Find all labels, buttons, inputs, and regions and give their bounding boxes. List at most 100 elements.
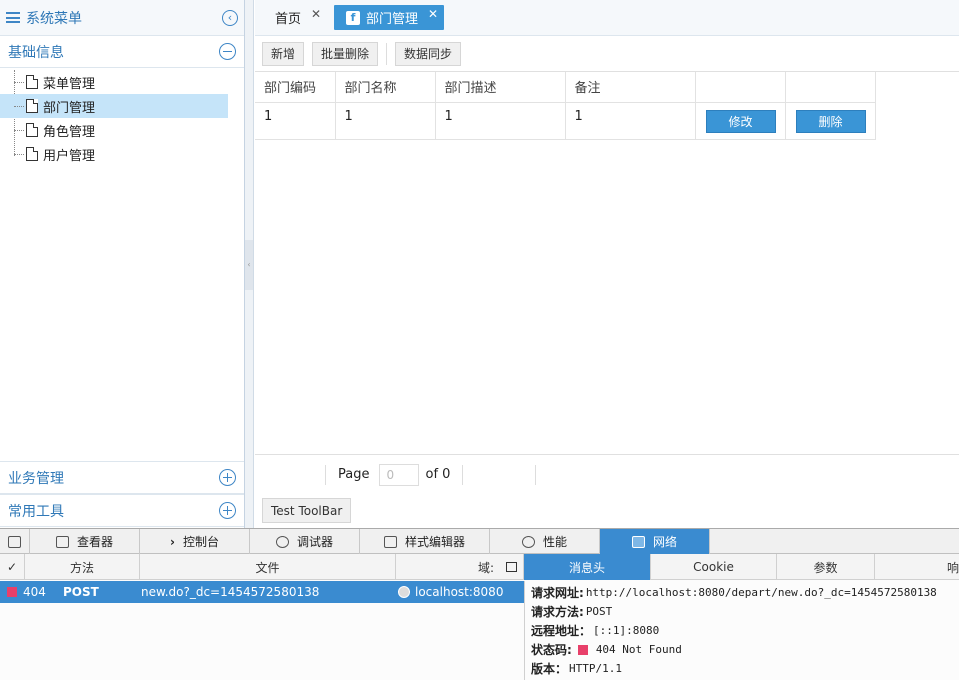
edit-button[interactable]: 修改 — [705, 109, 776, 133]
table-row[interactable]: 1 1 1 1 修改 删除 — [255, 102, 876, 140]
element-picker-icon[interactable] — [0, 529, 30, 554]
collapse-minus-icon[interactable] — [219, 43, 236, 60]
menu-icon[interactable] — [6, 12, 20, 23]
close-icon[interactable]: ✕ — [311, 7, 321, 21]
status-indicator — [7, 587, 17, 597]
page-label: Page — [338, 467, 370, 482]
col-method[interactable]: 方法 — [25, 554, 140, 580]
detail-tab-headers[interactable]: 消息头 — [524, 554, 651, 580]
department-grid: 部门编码 部门名称 部门描述 备注 1 1 1 1 修改 删除 — [255, 72, 876, 140]
chevron-left-circle-icon[interactable]: ‹ — [222, 9, 238, 26]
expand-plus-icon[interactable] — [219, 469, 236, 486]
page-total: of 0 — [425, 467, 451, 482]
panel-splitter[interactable]: ‹ — [245, 0, 254, 528]
document-icon — [26, 123, 38, 137]
tab-style-editor[interactable]: 样式编辑器 — [360, 529, 490, 554]
sync-button[interactable]: 数据同步 — [395, 41, 462, 66]
cell-remark[interactable]: 1 — [565, 102, 696, 140]
detail-tab-cookie[interactable]: Cookie — [651, 554, 777, 580]
performance-icon — [521, 535, 535, 548]
col-domain[interactable]: 域: — [396, 554, 524, 580]
section-basic-info[interactable]: 基础信息 — [0, 36, 244, 68]
inspector-icon — [55, 535, 69, 548]
delete-button[interactable]: 删除 — [795, 109, 866, 133]
add-button[interactable]: 新增 — [262, 41, 305, 66]
col-dept-desc[interactable]: 部门描述 — [435, 72, 566, 103]
app-window: 系统菜单 ‹ 基础信息 菜单管理 部门管理 角色管理 用户管理 业务管理 常用工… — [0, 0, 959, 680]
network-header: ✓ 方法 文件 域: 消息头 Cookie 参数 响 — [0, 554, 959, 580]
request-file: new.do?_dc=1454572580138 — [141, 585, 320, 599]
section-business-label: 业务管理 — [8, 470, 64, 487]
tree-item-label: 用户管理 — [43, 148, 96, 164]
toggle-sidebar-icon[interactable] — [506, 562, 517, 572]
col-remark[interactable]: 备注 — [565, 72, 696, 103]
bottom-toolbar: Test ToolBar — [262, 498, 352, 523]
request-status: 404 — [23, 585, 46, 599]
document-icon — [26, 99, 38, 113]
network-icon — [631, 535, 645, 548]
detail-version: 版本： HTTP/1.1 — [531, 662, 622, 676]
section-tools[interactable]: 常用工具 — [0, 494, 244, 527]
tree-item-label: 部门管理 — [43, 100, 96, 116]
tab-console[interactable]: › 控制台 — [140, 529, 250, 554]
detail-tab-params[interactable]: 参数 — [777, 554, 875, 580]
expand-plus-icon[interactable] — [219, 502, 236, 519]
toolbar: 新增 批量删除 数据同步 — [255, 36, 959, 72]
test-toolbar-button[interactable]: Test ToolBar — [262, 498, 352, 523]
section-tools-label: 常用工具 — [8, 503, 64, 520]
cell-code[interactable]: 1 — [255, 102, 336, 140]
tab-network[interactable]: 网络 — [600, 529, 710, 554]
tree-item-dept-mgmt[interactable]: 部门管理 — [0, 94, 228, 118]
section-basic-label: 基础信息 — [8, 44, 64, 61]
request-row[interactable]: 404 POST new.do?_dc=1454572580138 localh… — [0, 581, 524, 603]
tab-inspector[interactable]: 查看器 — [30, 529, 140, 554]
tab-bar: 首页 ✕ f 部门管理 ✕ — [255, 0, 959, 36]
col-file[interactable]: 文件 — [140, 554, 396, 580]
globe-icon — [398, 586, 410, 598]
tab-home[interactable]: 首页 ✕ — [263, 5, 327, 30]
detail-tab-response[interactable]: 响 — [875, 554, 959, 580]
cell-name[interactable]: 1 — [335, 102, 436, 140]
pager: Page 0 of 0 — [255, 454, 959, 494]
pager-separator — [325, 464, 326, 485]
request-details: 请求网址: http://localhost:8080/depart/new.d… — [524, 581, 959, 680]
menu-tree: 菜单管理 部门管理 角色管理 用户管理 — [0, 68, 244, 166]
tab-label: 查看器 — [76, 535, 113, 549]
collapse-grip-icon[interactable]: ‹ — [245, 240, 253, 290]
pager-separator — [462, 464, 464, 485]
col-dept-code[interactable]: 部门编码 — [255, 72, 336, 103]
tab-label: 网络 — [652, 535, 677, 549]
tab-label: 部门管理 — [366, 12, 419, 27]
tab-label: 样式编辑器 — [404, 535, 465, 549]
batch-delete-button[interactable]: 批量删除 — [312, 41, 379, 66]
left-bottom-sections: 业务管理 常用工具 — [0, 461, 244, 527]
close-icon[interactable]: ✕ — [428, 7, 438, 21]
col-dept-name[interactable]: 部门名称 — [335, 72, 436, 103]
tree-item-label: 角色管理 — [43, 124, 96, 140]
devtools-tabbar: 查看器 › 控制台 调试器 样式编辑器 性能 网络 — [0, 529, 959, 554]
tree-item-user-mgmt[interactable]: 用户管理 — [0, 142, 228, 166]
cell-delete: 删除 — [785, 102, 876, 140]
page-number-input[interactable]: 0 — [379, 463, 420, 486]
style-editor-icon — [383, 535, 397, 548]
left-panel: 系统菜单 ‹ 基础信息 菜单管理 部门管理 角色管理 用户管理 业务管理 常用工… — [0, 0, 245, 528]
tab-dept-mgmt[interactable]: f 部门管理 ✕ — [334, 5, 445, 30]
col-status-check[interactable]: ✓ — [0, 554, 25, 580]
devtools-panel: 查看器 › 控制台 调试器 样式编辑器 性能 网络 ✓ 方法 文件 域: 消息头… — [0, 528, 959, 680]
tab-label: 调试器 — [296, 535, 333, 549]
detail-method: 请求方法: POST — [531, 605, 613, 619]
debugger-icon — [275, 535, 289, 548]
panel-header: 系统菜单 ‹ — [0, 0, 244, 36]
tab-label: 控制台 — [182, 535, 219, 549]
document-icon — [26, 147, 38, 161]
tree-item-menu-mgmt[interactable]: 菜单管理 — [0, 70, 228, 94]
request-host: localhost:8080 — [398, 585, 503, 599]
tab-label: 首页 — [275, 12, 302, 27]
section-business[interactable]: 业务管理 — [0, 461, 244, 494]
tab-debugger[interactable]: 调试器 — [250, 529, 360, 554]
cell-desc[interactable]: 1 — [435, 102, 566, 140]
tab-label: 性能 — [542, 535, 567, 549]
console-icon: › — [170, 534, 175, 549]
tree-item-role-mgmt[interactable]: 角色管理 — [0, 118, 228, 142]
tab-performance[interactable]: 性能 — [490, 529, 600, 554]
